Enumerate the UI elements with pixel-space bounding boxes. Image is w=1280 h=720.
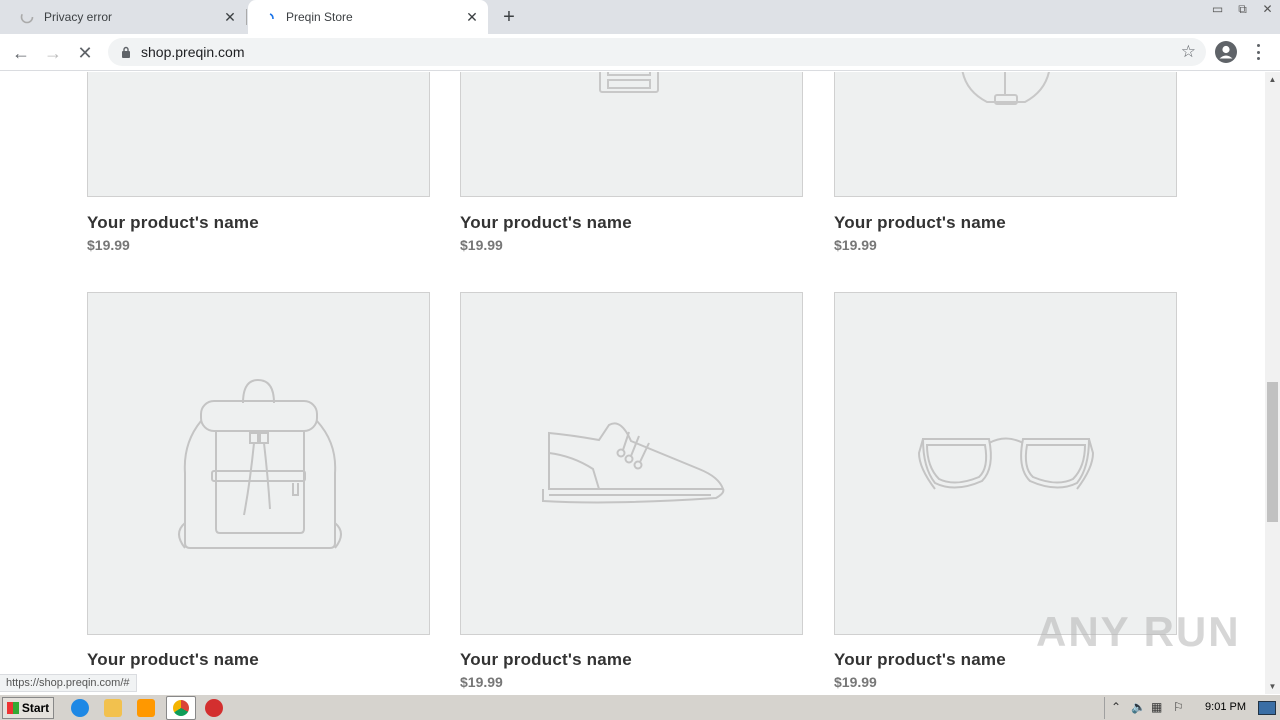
product-name[interactable]: Your product's name [460, 213, 632, 233]
back-arrow-icon[interactable]: ← [8, 40, 34, 66]
product-name[interactable]: Your product's name [834, 213, 1006, 233]
product-name[interactable]: Your product's name [460, 650, 632, 670]
browser-toolbar: ← → ✕ shop.preqin.com ☆ [0, 34, 1280, 71]
show-desktop-icon[interactable] [1258, 701, 1276, 715]
product-name[interactable]: Your product's name [834, 650, 1006, 670]
scroll-down-icon[interactable]: ▼ [1265, 679, 1280, 694]
tab-title: Preqin Store [286, 10, 353, 24]
page-viewport: Your product's name $19.99 Your product'… [0, 72, 1265, 694]
link-status-bubble: https://shop.preqin.com/# [0, 674, 137, 692]
tab-privacy-error[interactable]: Privacy error ✕ [8, 0, 246, 34]
page-scrollbar[interactable]: ▲ ▼ [1265, 72, 1280, 694]
chrome-taskbar-button[interactable] [166, 696, 196, 720]
close-window-icon[interactable]: ✕ [1255, 0, 1280, 18]
new-tab-button[interactable]: + [498, 7, 520, 27]
product-image[interactable] [87, 292, 430, 635]
tray-expand-icon[interactable]: ⌃ [1111, 700, 1121, 714]
tab-separator [246, 9, 247, 25]
product-image[interactable] [460, 72, 803, 197]
product-price: $19.99 [460, 674, 503, 690]
start-button[interactable]: Start [2, 697, 54, 719]
product-price: $19.99 [87, 237, 130, 253]
watermark: ANY RUN [1036, 608, 1241, 655]
backpack-icon [178, 378, 342, 549]
network-icon[interactable]: ▦ [1151, 700, 1162, 714]
volume-icon[interactable]: 🔈 [1131, 700, 1146, 714]
product-image[interactable] [87, 72, 430, 197]
scrollbar-thumb[interactable] [1267, 382, 1278, 522]
media-player-icon[interactable] [137, 699, 155, 717]
tab-title: Privacy error [44, 10, 113, 24]
tab-strip: Privacy error ✕ Preqin Store ✕ + ▭ ⧉ ✕ [0, 0, 1280, 34]
cabinet-icon [599, 72, 659, 93]
loading-spinner-icon [20, 10, 34, 24]
action-center-flag-icon[interactable]: ⚐ [1173, 700, 1184, 714]
product-image[interactable] [834, 292, 1177, 635]
close-tab-icon[interactable]: ✕ [464, 9, 480, 25]
chrome-icon [173, 700, 189, 716]
url-text: shop.preqin.com [141, 44, 245, 60]
bookmark-star-icon[interactable]: ☆ [1181, 42, 1196, 62]
address-bar[interactable]: shop.preqin.com ☆ [108, 38, 1206, 66]
product-name[interactable]: Your product's name [87, 213, 259, 233]
bag-icon [961, 72, 1050, 105]
product-price: $19.99 [834, 237, 877, 253]
windows-flag-icon [6, 702, 19, 714]
browser-menu-icon[interactable] [1252, 42, 1264, 62]
product-price: $19.99 [460, 237, 503, 253]
account-avatar-icon[interactable] [1215, 41, 1237, 63]
stop-loading-icon[interactable]: ✕ [72, 40, 98, 66]
opera-icon[interactable] [205, 699, 223, 717]
minimize-icon[interactable]: ▭ [1205, 0, 1230, 18]
lock-icon [122, 46, 130, 58]
taskbar-clock[interactable]: 9:01 PM [1205, 701, 1246, 713]
close-tab-icon[interactable]: ✕ [222, 9, 238, 25]
tab-preqin-store[interactable]: Preqin Store ✕ [248, 0, 488, 34]
product-image[interactable] [834, 72, 1177, 197]
scroll-up-icon[interactable]: ▲ [1265, 72, 1280, 87]
product-image[interactable] [460, 292, 803, 635]
sneaker-icon [542, 422, 725, 504]
product-price: $19.99 [834, 674, 877, 690]
forward-arrow-icon[interactable]: → [40, 40, 66, 66]
system-tray: ⌃ 🔈 ▦ ⚐ 9:01 PM [1104, 697, 1280, 719]
accessory-icon [88, 72, 431, 198]
windows-taskbar: Start ⌃ 🔈 ▦ ⚐ 9:01 PM [0, 694, 1280, 720]
loading-spinner-icon [269, 13, 274, 20]
window-controls: ▭ ⧉ ✕ [1205, 0, 1280, 18]
start-label: Start [21, 701, 50, 715]
sunglasses-icon [917, 437, 1095, 490]
internet-explorer-icon[interactable] [71, 699, 89, 717]
restore-icon[interactable]: ⧉ [1230, 0, 1255, 18]
product-name[interactable]: Your product's name [87, 650, 259, 670]
file-explorer-icon[interactable] [104, 699, 122, 717]
